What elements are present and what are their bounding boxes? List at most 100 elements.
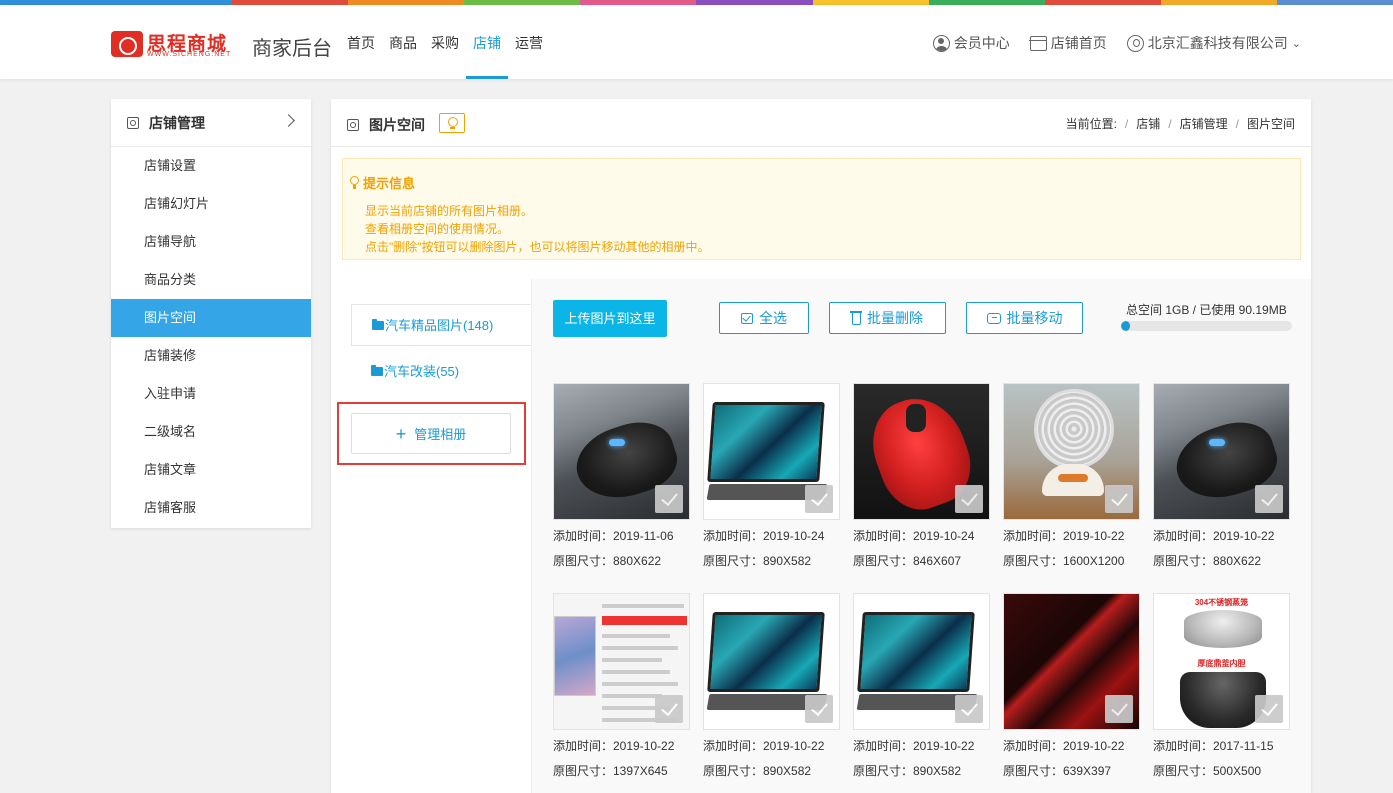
page-title-text: 图片空间 bbox=[369, 117, 425, 133]
screenshot-line bbox=[602, 694, 662, 698]
image-thumbnail[interactable] bbox=[703, 593, 840, 730]
breadcrumb-sep: / bbox=[1235, 117, 1239, 131]
batch-delete-button[interactable]: 批量删除 bbox=[829, 302, 946, 334]
image-added-time: 添加时间：2019-10-22 bbox=[1003, 529, 1125, 543]
image-original-size: 原图尺寸：1600X1200 bbox=[1003, 554, 1125, 568]
album-item[interactable]: 汽车改装(55) bbox=[351, 351, 531, 393]
nav-purchase[interactable]: 采购 bbox=[424, 5, 466, 79]
plus-icon: + bbox=[395, 423, 407, 444]
sidebar-item-apply[interactable]: 入驻申请 bbox=[111, 375, 311, 413]
breadcrumb-item[interactable]: 店铺 bbox=[1136, 117, 1160, 131]
image-card: 添加时间：2019-10-22 原图尺寸：1600X1200 bbox=[1003, 383, 1140, 574]
space-usage-label: 总空间 1GB / 已使用 90.19MB bbox=[1126, 303, 1287, 317]
image-meta: 添加时间：2019-11-06 原图尺寸：880X622 bbox=[553, 524, 690, 574]
image-thumbnail[interactable] bbox=[703, 383, 840, 520]
tips-line: 查看相册空间的使用情况。 bbox=[365, 222, 510, 236]
screenshot-line bbox=[602, 634, 670, 638]
batch-move-label: 批量移动 bbox=[1006, 310, 1063, 326]
company-dropdown[interactable]: 北京汇鑫科技有限公司 ⌄ bbox=[1126, 33, 1301, 53]
sidebar-item-decoration[interactable]: 店铺装修 bbox=[111, 337, 311, 375]
account-icon bbox=[1126, 34, 1144, 52]
nav-goods[interactable]: 商品 bbox=[382, 5, 424, 79]
nav-home[interactable]: 首页 bbox=[340, 5, 382, 79]
image-meta: 添加时间：2019-10-22 原图尺寸：890X582 bbox=[853, 734, 990, 784]
sidebar-header[interactable]: 店铺管理 bbox=[111, 99, 311, 147]
select-all-button[interactable]: 全选 bbox=[719, 302, 809, 334]
sidebar-item-categories[interactable]: 商品分类 bbox=[111, 261, 311, 299]
image-thumbnail[interactable]: 304不锈钢蒸笼 厚底鼎釜内胆 bbox=[1153, 593, 1290, 730]
breadcrumb-item: 图片空间 bbox=[1246, 117, 1295, 131]
store-icon bbox=[1028, 35, 1047, 51]
tablet-screen bbox=[707, 402, 825, 482]
image-thumbnail[interactable] bbox=[1153, 383, 1290, 520]
folder-icon bbox=[372, 319, 384, 330]
check-icon[interactable] bbox=[955, 485, 983, 513]
image-thumbnail[interactable] bbox=[1003, 593, 1140, 730]
image-original-size: 原图尺寸：846X607 bbox=[853, 554, 962, 568]
check-icon[interactable] bbox=[655, 695, 683, 723]
check-icon[interactable] bbox=[655, 485, 683, 513]
sidebar: 店铺管理 店铺设置 店铺幻灯片 店铺导航 商品分类 图片空间 店铺装修 入驻申请… bbox=[111, 99, 311, 528]
user-icon bbox=[932, 34, 950, 52]
check-icon[interactable] bbox=[955, 695, 983, 723]
image-added-time: 添加时间：2019-10-24 bbox=[853, 529, 975, 543]
store-home-link[interactable]: 店铺首页 bbox=[1028, 33, 1107, 53]
manage-album-button[interactable]: + 管理相册 bbox=[351, 413, 511, 454]
sidebar-item-navigation[interactable]: 店铺导航 bbox=[111, 223, 311, 261]
image-card: 添加时间：2019-10-24 原图尺寸：846X607 bbox=[853, 383, 990, 574]
sidebar-title: 店铺管理 bbox=[149, 114, 205, 131]
logo-subtext: WWW.SICHENG.NET bbox=[147, 51, 232, 58]
batch-move-button[interactable]: 批量移动 bbox=[966, 302, 1083, 334]
breadcrumb-sep: / bbox=[1124, 117, 1129, 131]
fan-grill bbox=[1034, 389, 1114, 469]
image-original-size: 原图尺寸：500X500 bbox=[1153, 764, 1262, 778]
app-title: 商家后台 bbox=[252, 38, 332, 60]
image-meta: 添加时间：2017-11-15 原图尺寸：500X500 bbox=[1153, 734, 1290, 784]
album-label: 汽车精品图片(148) bbox=[385, 318, 494, 333]
sidebar-item-store-settings[interactable]: 店铺设置 bbox=[111, 147, 311, 185]
sidebar-item-articles[interactable]: 店铺文章 bbox=[111, 451, 311, 489]
image-thumbnail[interactable] bbox=[853, 593, 990, 730]
image-meta: 添加时间：2019-10-22 原图尺寸：890X582 bbox=[703, 734, 840, 784]
image-thumbnail[interactable] bbox=[553, 383, 690, 520]
tips-toggle-bulb-icon[interactable] bbox=[439, 113, 465, 133]
image-thumbnail[interactable] bbox=[1003, 383, 1140, 520]
check-icon[interactable] bbox=[1255, 485, 1283, 513]
image-card: 添加时间：2019-10-24 原图尺寸：890X582 bbox=[703, 383, 840, 574]
image-card: 添加时间：2019-10-22 原图尺寸：880X622 bbox=[1153, 383, 1290, 574]
mouse-glow bbox=[1209, 439, 1225, 446]
member-center-link[interactable]: 会员中心 bbox=[932, 33, 1010, 53]
check-icon[interactable] bbox=[805, 695, 833, 723]
check-icon[interactable] bbox=[1105, 695, 1133, 723]
mouse-glow bbox=[609, 439, 625, 446]
nav-operation[interactable]: 运营 bbox=[508, 5, 550, 79]
image-thumbnail[interactable] bbox=[853, 383, 990, 520]
image-card: 添加时间：2019-10-22 原图尺寸：1397X645 bbox=[553, 593, 690, 784]
check-icon[interactable] bbox=[805, 485, 833, 513]
upload-button[interactable]: 上传图片到这里 bbox=[553, 300, 667, 337]
sidebar-item-customer-service[interactable]: 店铺客服 bbox=[111, 489, 311, 527]
album-item[interactable]: 汽车精品图片(148) bbox=[351, 304, 531, 346]
nav-store[interactable]: 店铺 bbox=[466, 5, 508, 79]
check-icon[interactable] bbox=[1105, 485, 1133, 513]
screenshot-price-bar bbox=[602, 616, 687, 625]
fan-base bbox=[1042, 464, 1104, 496]
image-card: 304不锈钢蒸笼 厚底鼎釜内胆 添加时间：2017-11-15 原图尺寸：500X50… bbox=[1153, 593, 1290, 784]
select-all-label: 全选 bbox=[759, 310, 787, 326]
breadcrumb-item[interactable]: 店铺管理 bbox=[1180, 117, 1228, 131]
batch-delete-label: 批量删除 bbox=[867, 310, 923, 326]
image-thumbnail[interactable] bbox=[553, 593, 690, 730]
image-added-time: 添加时间：2019-11-06 bbox=[553, 529, 674, 543]
check-icon[interactable] bbox=[1255, 695, 1283, 723]
image-meta: 添加时间：2019-10-24 原图尺寸：890X582 bbox=[703, 524, 840, 574]
sidebar-item-image-space[interactable]: 图片空间 bbox=[111, 299, 311, 337]
chevron-right-icon[interactable] bbox=[282, 114, 295, 127]
screenshot-line bbox=[602, 658, 662, 662]
sidebar-item-subdomain[interactable]: 二级域名 bbox=[111, 413, 311, 451]
logo-mark-icon bbox=[111, 31, 143, 57]
sidebar-item-slides[interactable]: 店铺幻灯片 bbox=[111, 185, 311, 223]
logo[interactable]: 思程商城 WWW.SICHENG.NET bbox=[111, 29, 243, 59]
cooker-caption-top: 304不锈钢蒸笼 bbox=[1194, 598, 1249, 607]
album-list: 汽车精品图片(148) 汽车改装(55) + 管理相册 bbox=[331, 279, 531, 793]
image-added-time: 添加时间：2019-10-22 bbox=[553, 739, 675, 753]
